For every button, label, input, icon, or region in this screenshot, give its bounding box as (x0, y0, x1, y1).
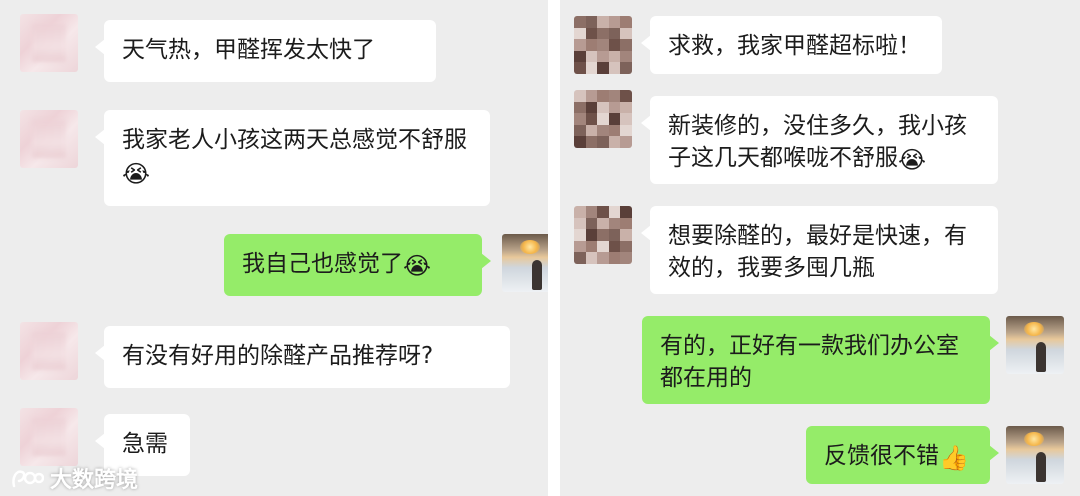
message-text: 有的，正好有一款我们办公室都在用的 (660, 333, 959, 391)
watermark-text: 大数跨境 (50, 468, 139, 493)
message-bubble-incoming: 想要除醛的，最好是快速，有效的，我要多囤几瓶 (641, 206, 998, 294)
contact-avatar[interactable] (574, 206, 632, 264)
right-chat-panel: 求救，我家甲醛超标啦！ 新装修的，没住多久，我小孩子这几天都喉咙不舒服😭 想要除… (560, 0, 1080, 496)
message-text: 我自己也感觉了 (242, 251, 403, 277)
left-chat-panel: 天气热，甲醛挥发太快了 我家老人小孩这两天总感觉不舒服😭 我自己也感觉了😭 有没… (0, 0, 548, 496)
contact-avatar[interactable] (574, 90, 632, 148)
message-text: 急需 (122, 431, 168, 457)
my-avatar[interactable] (502, 234, 548, 292)
message-bubble-outgoing: 反馈很不错👍 (806, 426, 999, 484)
brand-logo-icon (10, 466, 44, 490)
contact-avatar[interactable] (20, 408, 78, 466)
message-text: 我家老人小孩这两天总感觉不舒服 (122, 127, 467, 153)
contact-avatar[interactable] (574, 16, 632, 74)
contact-avatar[interactable] (20, 322, 78, 380)
crying-emoji-icon: 😭 (898, 146, 927, 174)
message-text: 反馈很不错 (824, 443, 939, 469)
message-bubble-outgoing: 我自己也感觉了😭 (224, 234, 491, 296)
message-text: 求救，我家甲醛超标啦！ (668, 33, 921, 59)
my-avatar[interactable] (1006, 426, 1064, 484)
contact-avatar[interactable] (20, 14, 78, 72)
watermark: 大数跨境 (10, 462, 138, 494)
contact-avatar[interactable] (20, 110, 78, 168)
message-bubble-incoming: 我家老人小孩这两天总感觉不舒服 😭 (95, 110, 490, 206)
message-bubble-incoming: 天气热，甲醛挥发太快了 (95, 20, 436, 82)
message-bubble-incoming: 新装修的，没住多久，我小孩子这几天都喉咙不舒服😭 (641, 96, 998, 184)
thumbs-up-emoji-icon: 👍 (939, 444, 969, 472)
message-text: 有没有好用的除醛产品推荐呀? (122, 343, 434, 369)
message-bubble-incoming: 求救，我家甲醛超标啦！ (641, 16, 942, 74)
message-text: 想要除醛的，最好是快速，有效的，我要多囤几瓶 (668, 223, 967, 281)
message-text: 天气热，甲醛挥发太快了 (122, 37, 375, 63)
crying-emoji-icon: 😭 (403, 252, 432, 280)
message-bubble-incoming: 有没有好用的除醛产品推荐呀? (95, 326, 510, 388)
crying-emoji-icon: 😭 (122, 160, 151, 188)
my-avatar[interactable] (1006, 316, 1064, 374)
message-bubble-outgoing: 有的，正好有一款我们办公室都在用的 (642, 316, 999, 404)
